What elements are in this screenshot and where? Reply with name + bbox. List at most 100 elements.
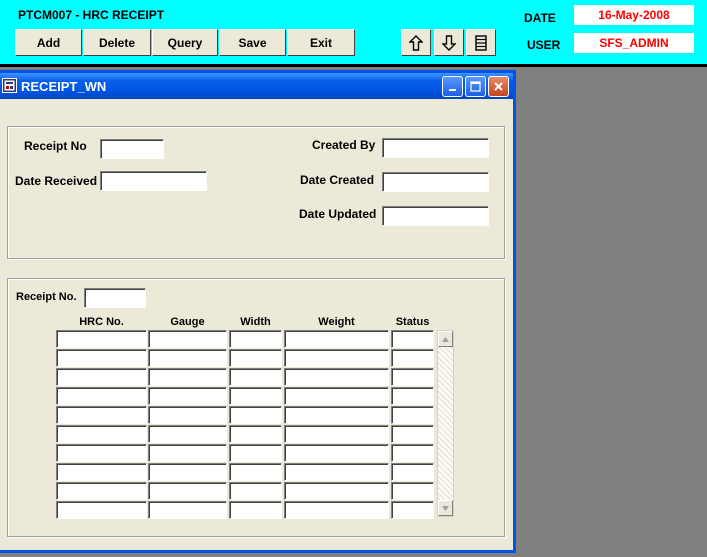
grid-cell-gauge[interactable] (148, 368, 227, 386)
previous-record-button[interactable] (401, 29, 431, 56)
column-header-gauge: Gauge (170, 316, 205, 328)
app-header: PTCM007 - HRC RECEIPT Add Delete Query S… (0, 0, 707, 64)
column-header-status: Status (395, 316, 430, 328)
grid-cell-gauge[interactable] (148, 406, 227, 424)
close-icon (494, 82, 503, 91)
grid-cell-gauge[interactable] (148, 349, 227, 367)
window-title: RECEIPT_WN (21, 79, 107, 94)
scroll-up-icon (442, 336, 449, 342)
grid-cell-width[interactable] (229, 406, 282, 424)
created-by-label: Created By (312, 138, 376, 152)
grid-cell-weight[interactable] (284, 501, 389, 519)
grid-cell-width[interactable] (229, 349, 282, 367)
grid-cell-hrc-no[interactable] (56, 482, 147, 500)
column-header-width: Width (240, 316, 271, 328)
delete-button[interactable]: Delete (83, 29, 151, 56)
grid-cell-weight[interactable] (284, 406, 389, 424)
grid-cell-hrc-no[interactable] (56, 330, 147, 348)
maximize-icon (470, 81, 481, 92)
grid-cell-width[interactable] (229, 501, 282, 519)
grid-cell-weight[interactable] (284, 444, 389, 462)
grid-cell-hrc-no[interactable] (56, 463, 147, 481)
scroll-up-button[interactable] (438, 331, 453, 347)
grid-cell-width[interactable] (229, 425, 282, 443)
receipt-window: RECEIPT_WN Receipt No Date Received Crea… (0, 70, 516, 553)
detail-receipt-no-field[interactable] (84, 288, 146, 308)
column-header-weight: Weight (318, 316, 355, 328)
grid-cell-width[interactable] (229, 444, 282, 462)
arrow-up-icon (409, 34, 423, 51)
grid-cell-weight[interactable] (284, 330, 389, 348)
scroll-down-icon (442, 505, 449, 511)
minimize-icon (448, 88, 456, 91)
grid-cell-hrc-no[interactable] (56, 368, 147, 386)
app-title: PTCM007 - HRC RECEIPT (18, 8, 165, 22)
grid-cell-gauge[interactable] (148, 330, 227, 348)
grid-cell-gauge[interactable] (148, 387, 227, 405)
window-app-icon (2, 78, 17, 93)
detail-receipt-no-label: Receipt No. (16, 291, 77, 303)
grid-cell-width[interactable] (229, 387, 282, 405)
grid-cell-gauge[interactable] (148, 482, 227, 500)
grid-cell-status[interactable] (391, 368, 434, 386)
header-divider (0, 64, 707, 67)
date-value: 16-May-2008 (574, 5, 694, 25)
grid-cell-status[interactable] (391, 463, 434, 481)
scroll-down-button[interactable] (438, 500, 453, 516)
created-by-field[interactable] (382, 138, 489, 158)
date-created-label: Date Created (300, 173, 375, 187)
date-updated-label: Date Updated (299, 207, 377, 221)
maximize-button[interactable] (465, 76, 486, 97)
grid-cell-width[interactable] (229, 330, 282, 348)
grid-cell-status[interactable] (391, 444, 434, 462)
grid-cell-width[interactable] (229, 368, 282, 386)
grid-cell-status[interactable] (391, 482, 434, 500)
grid-cell-hrc-no[interactable] (56, 387, 147, 405)
grid-cell-hrc-no[interactable] (56, 406, 147, 424)
scroll-track[interactable] (438, 347, 453, 500)
grid-cell-hrc-no[interactable] (56, 501, 147, 519)
list-icon (475, 34, 487, 51)
grid-cell-width[interactable] (229, 463, 282, 481)
grid-cell-weight[interactable] (284, 425, 389, 443)
save-button[interactable]: Save (219, 29, 286, 56)
grid-cell-weight[interactable] (284, 368, 389, 386)
grid-cell-weight[interactable] (284, 463, 389, 481)
user-value: SFS_ADMIN (574, 33, 694, 53)
receipt-no-field[interactable] (100, 139, 164, 159)
grid-cell-status[interactable] (391, 387, 434, 405)
close-button[interactable] (488, 76, 509, 97)
grid-cell-gauge[interactable] (148, 501, 227, 519)
grid-cell-weight[interactable] (284, 387, 389, 405)
grid-cell-status[interactable] (391, 349, 434, 367)
query-button[interactable]: Query (152, 29, 218, 56)
grid-cell-gauge[interactable] (148, 463, 227, 481)
grid-cell-hrc-no[interactable] (56, 425, 147, 443)
date-updated-field[interactable] (382, 206, 489, 226)
grid-cell-status[interactable] (391, 501, 434, 519)
minimize-button[interactable] (442, 76, 463, 97)
date-created-field[interactable] (382, 172, 489, 192)
window-titlebar[interactable]: RECEIPT_WN (0, 73, 513, 99)
date-received-field[interactable] (100, 171, 207, 191)
grid-cell-width[interactable] (229, 482, 282, 500)
grid-cell-hrc-no[interactable] (56, 444, 147, 462)
user-label: USER (527, 38, 561, 52)
next-record-button[interactable] (434, 29, 464, 56)
grid-cell-weight[interactable] (284, 349, 389, 367)
exit-button[interactable]: Exit (287, 29, 355, 56)
date-received-label: Date Received (15, 174, 98, 188)
grid-cell-status[interactable] (391, 406, 434, 424)
arrow-down-icon (442, 34, 456, 51)
receipt-no-label: Receipt No (24, 139, 87, 153)
grid-cell-weight[interactable] (284, 482, 389, 500)
date-label: DATE (524, 11, 556, 25)
grid-cell-hrc-no[interactable] (56, 349, 147, 367)
grid-cell-gauge[interactable] (148, 444, 227, 462)
add-button[interactable]: Add (15, 29, 82, 56)
grid-cell-status[interactable] (391, 425, 434, 443)
grid-cell-gauge[interactable] (148, 425, 227, 443)
list-button[interactable] (466, 29, 496, 56)
grid-vertical-scrollbar[interactable] (437, 330, 454, 517)
grid-cell-status[interactable] (391, 330, 434, 348)
